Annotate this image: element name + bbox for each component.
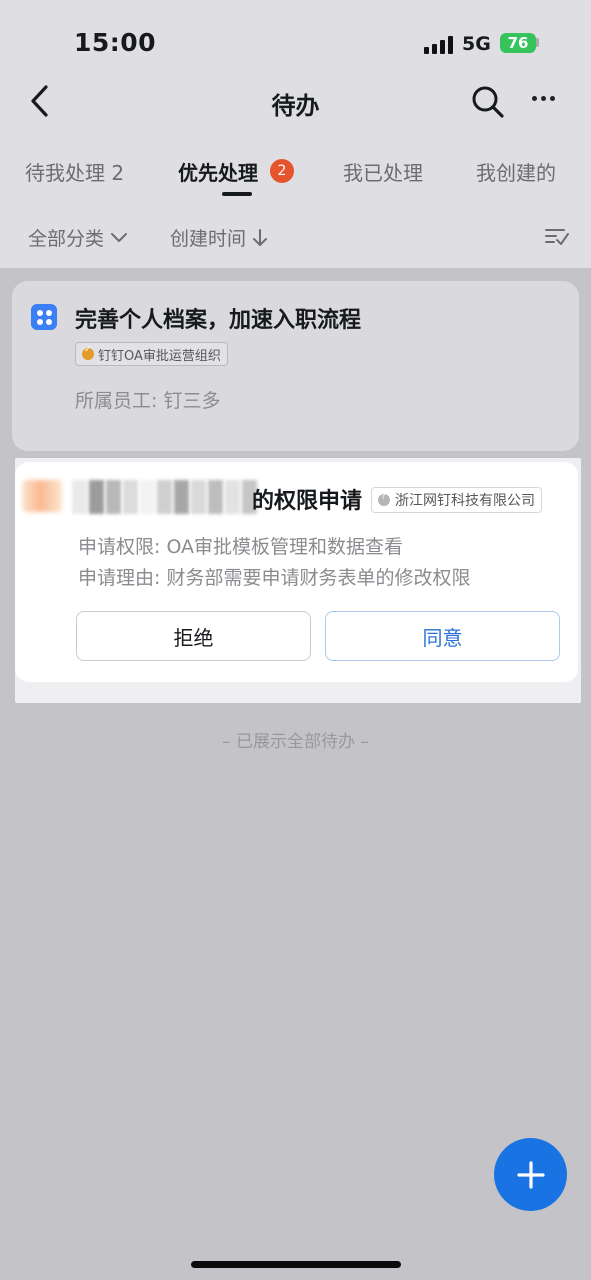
plus-icon	[516, 1160, 545, 1189]
tab-handled[interactable]: 我已处理	[343, 157, 423, 186]
tab-priority-badge: 2	[270, 159, 294, 183]
tab-priority[interactable]: 优先处理	[178, 157, 258, 186]
search-icon[interactable]	[470, 84, 506, 124]
unverified-icon	[378, 492, 390, 506]
add-button[interactable]	[494, 1138, 567, 1211]
home-indicator[interactable]	[191, 1261, 401, 1268]
company-tag: 浙江网钉科技有限公司	[371, 487, 542, 513]
org-tag-label: 钉钉OA审批运营组织	[98, 348, 221, 364]
status-time: 15:00	[74, 28, 157, 57]
active-tab-indicator	[222, 192, 252, 196]
list-end-hint: – 已展示全部待办 –	[222, 732, 369, 752]
arrow-down-icon	[253, 228, 268, 246]
category-filter-label: 全部分类	[28, 228, 105, 250]
battery-level: 76	[507, 34, 529, 52]
battery-icon: 76	[500, 33, 536, 53]
network-type: 5G	[462, 33, 491, 55]
permission-detail: 申请权限: OA审批模板管理和数据查看	[78, 536, 404, 558]
battery-cap	[536, 38, 539, 47]
company-tag-label: 浙江网钉科技有限公司	[395, 493, 535, 509]
task-title: 完善个人档案，加速入职流程	[75, 308, 362, 333]
tab-created[interactable]: 我创建的	[476, 157, 556, 186]
org-tag: 钉钉OA审批运营组织	[75, 342, 228, 366]
approval-title: 的权限申请	[252, 489, 363, 514]
signal-icon	[424, 36, 456, 54]
verified-icon	[82, 345, 94, 360]
reason-detail: 申请理由: 财务部需要申请财务表单的修改权限	[78, 567, 471, 589]
sort-filter-label: 创建时间	[170, 228, 247, 250]
sort-filter[interactable]: 创建时间	[170, 224, 268, 251]
task-meta: 所属员工: 钉三多	[75, 390, 221, 412]
avatar	[22, 480, 62, 512]
list-check-icon[interactable]	[544, 224, 570, 252]
redacted-name	[72, 480, 257, 514]
app-grid-icon	[31, 304, 57, 330]
tab-pending[interactable]: 待我处理 2	[25, 157, 124, 186]
chevron-left-icon[interactable]	[28, 84, 54, 122]
chevron-down-icon	[111, 232, 128, 242]
approve-button[interactable]: 同意	[325, 611, 560, 661]
more-dots-icon[interactable]	[532, 96, 555, 101]
reject-button[interactable]: 拒绝	[76, 611, 311, 661]
category-filter[interactable]: 全部分类	[28, 224, 128, 251]
